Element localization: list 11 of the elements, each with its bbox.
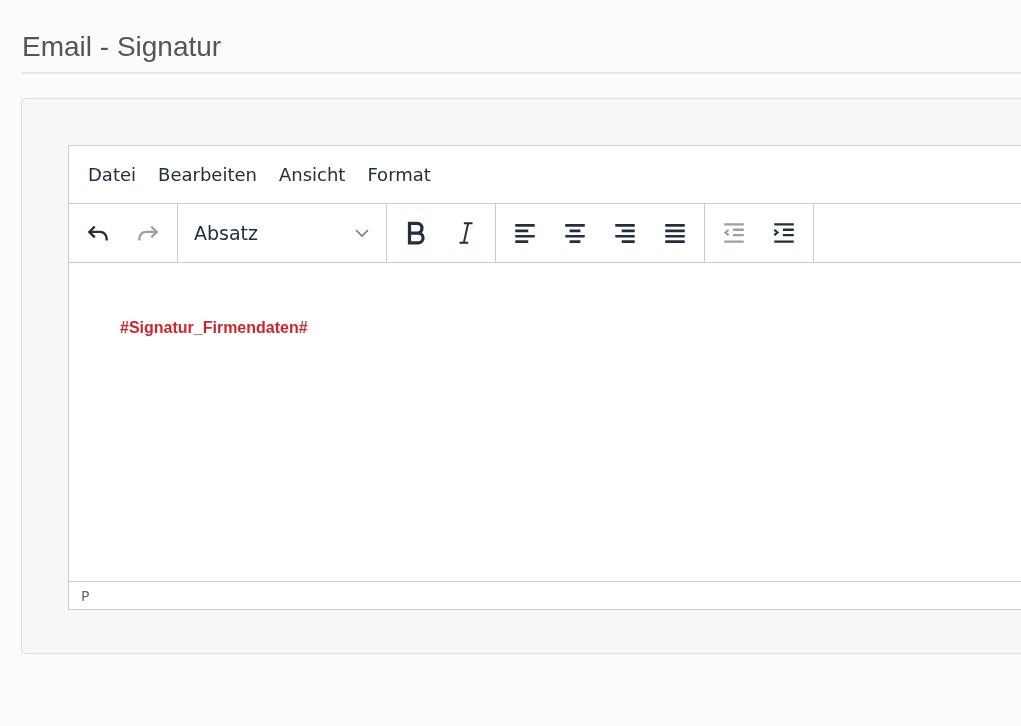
block-format-dropdown[interactable]: Absatz (184, 213, 380, 253)
menu-item[interactable]: Ansicht (268, 160, 356, 189)
signature-placeholder: #Signatur_Firmendaten# (120, 319, 308, 336)
editor-content-area[interactable]: #Signatur_Firmendaten# (69, 263, 1021, 581)
outdent-icon (721, 220, 747, 246)
indent-icon (771, 220, 797, 246)
menu-item[interactable]: Format (357, 160, 441, 189)
menu-item[interactable]: Bearbeiten (148, 160, 267, 189)
page-title: Email - Signatur (22, 30, 222, 64)
menu-item[interactable]: Datei (78, 160, 147, 189)
element-path: P (81, 587, 90, 604)
